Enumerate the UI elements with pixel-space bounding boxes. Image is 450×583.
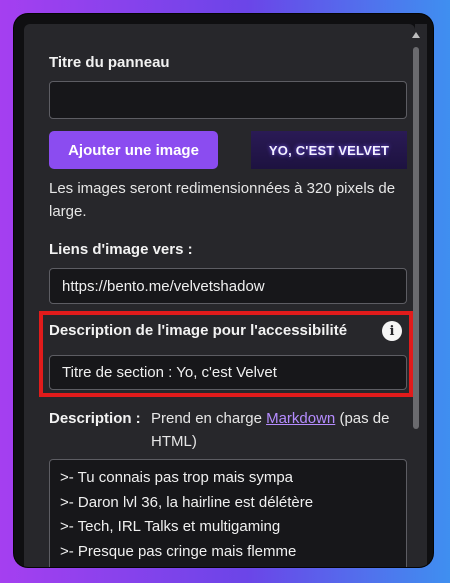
image-preview-text: YO, C'EST VELVET <box>268 142 390 158</box>
description-line: >- Tech, IRL Talks et multigaming <box>60 518 281 535</box>
scrollbar-thumb[interactable] <box>413 47 419 429</box>
image-preview: YO, C'EST VELVET <box>251 131 407 169</box>
panel-title-input[interactable] <box>49 81 407 119</box>
panel-config: Titre du panneau Ajouter une image YO, C… <box>24 24 415 567</box>
info-icon[interactable]: i <box>382 321 402 341</box>
description-label: Description : <box>49 410 141 427</box>
description-line: >- Tu connais pas trop mais sympa <box>60 469 294 486</box>
add-image-button[interactable]: Ajouter une image <box>49 131 218 169</box>
extension-window: Titre du panneau Ajouter une image YO, C… <box>14 14 433 567</box>
resize-hint: Les images seront redimensionnées à 320 … <box>49 180 396 220</box>
description-hint-prefix: Prend en charge <box>151 410 267 427</box>
description-line: >- Presque pas cringe mais flemme <box>60 542 297 560</box>
description-textarea[interactable]: >- Tu connais pas trop mais sympa >- Dar… <box>49 459 407 567</box>
description-line: >- Daron lvl 36, la hairline est délétèr… <box>60 493 314 511</box>
image-link-input[interactable]: https://bento.me/velvetshadow <box>49 268 407 304</box>
alt-text-label: Description de l'image pour l'accessibil… <box>49 322 348 339</box>
image-link-label: Liens d'image vers : <box>49 241 193 258</box>
scroll-up-icon[interactable] <box>412 32 420 38</box>
alt-text-input[interactable]: Titre de section : Yo, c'est Velvet <box>49 355 407 390</box>
markdown-link[interactable]: Markdown <box>266 410 335 427</box>
description-hint: Prend en charge Markdown (pas de HTML) <box>151 407 409 453</box>
panel-title-label: Titre du panneau <box>49 54 170 71</box>
